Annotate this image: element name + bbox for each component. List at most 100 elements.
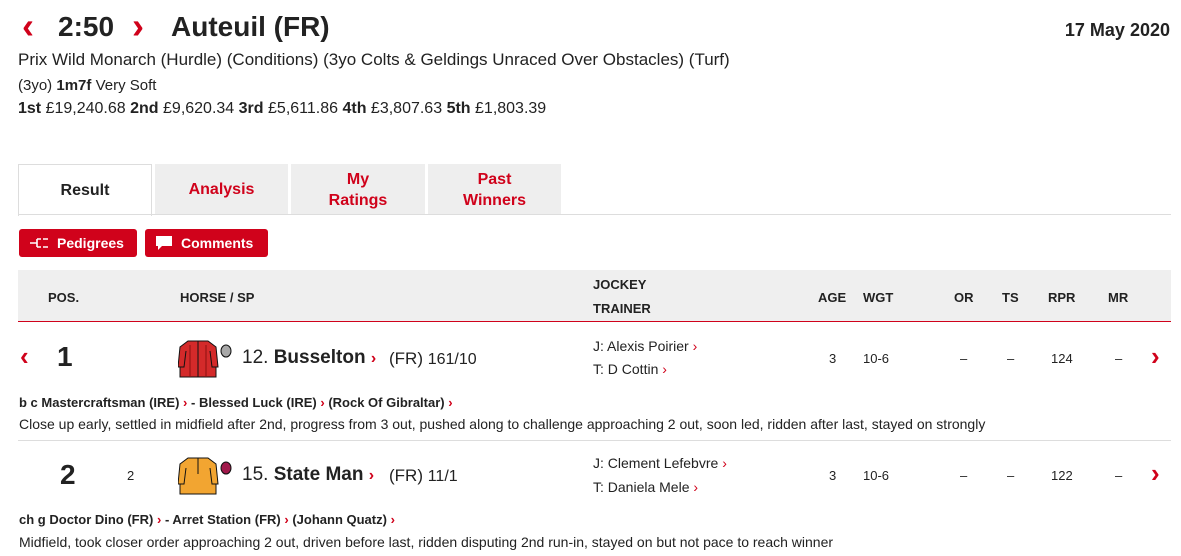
results-table-header: POS. HORSE / SP JOCKEY TRAINER AGE WGT O…	[18, 270, 1171, 322]
jockey-link[interactable]: J: Alexis Poirier ›	[593, 338, 697, 354]
col-pos: POS.	[48, 290, 80, 305]
prize-place: 4th	[342, 100, 367, 117]
chevron-right-icon: ›	[284, 512, 289, 527]
horse-age: 3	[829, 351, 837, 366]
damsire-link[interactable]: (Rock Of Gibraltar)	[328, 395, 444, 410]
previous-race-icon[interactable]: ‹	[22, 6, 34, 46]
pedigrees-label: Pedigrees	[57, 235, 124, 251]
prize-place: 5th	[446, 100, 471, 117]
colour-sex: b c	[19, 395, 38, 410]
tab-label: Past Winners	[463, 170, 526, 209]
mr-rating: –	[1115, 468, 1123, 483]
horse-country: (FR) 161/10	[389, 349, 477, 369]
horse-weight: 10-6	[863, 468, 890, 483]
sire-link[interactable]: Mastercraftsman (IRE)	[41, 395, 179, 410]
col-horse: HORSE / SP	[180, 290, 255, 305]
col-ts: TS	[1002, 290, 1019, 305]
course-name: Auteuil (FR)	[171, 11, 330, 42]
dam-link[interactable]: - Arret Station (FR)	[165, 512, 281, 527]
chevron-right-icon: ›	[390, 512, 395, 527]
comments-button[interactable]: Comments	[145, 229, 268, 257]
prize-amount: £9,620.34	[163, 100, 235, 117]
prize-amount: £1,803.39	[475, 100, 547, 117]
tab-label: Analysis	[188, 181, 255, 198]
pedigree-line: b c Mastercraftsman (IRE) › - Blessed Lu…	[19, 395, 453, 410]
age-class: (3yo)	[18, 77, 53, 94]
prize-place: 3rd	[238, 100, 264, 117]
tab-label: My Ratings	[328, 170, 388, 209]
topspeed-rating: –	[1007, 351, 1015, 366]
mr-rating: –	[1115, 351, 1123, 366]
pedigree-icon	[30, 238, 48, 248]
comments-label: Comments	[181, 235, 254, 251]
chevron-right-icon: ›	[183, 395, 188, 410]
jockey-silks-icon	[178, 457, 232, 495]
official-rating: –	[960, 468, 968, 483]
chevron-right-icon[interactable]: ›	[1151, 458, 1160, 489]
race-conditions: (3yo) 1m7f Very Soft	[18, 77, 156, 94]
topspeed-rating: –	[1007, 468, 1015, 483]
finish-position: 2	[60, 459, 76, 490]
jockey-name: J: Clement Lefebvre	[593, 455, 719, 471]
horse-entry[interactable]: 12. Busselton ›	[242, 347, 376, 369]
race-comment: Close up early, settled in midfield afte…	[19, 416, 986, 432]
colour-sex: ch g	[19, 512, 46, 527]
rpr-rating: 124	[1051, 351, 1073, 366]
sire-link[interactable]: Doctor Dino (FR)	[49, 512, 153, 527]
race-title: Prix Wild Monarch (Hurdle) (Conditions) …	[18, 50, 730, 69]
chevron-left-icon[interactable]: ‹	[20, 341, 29, 372]
official-rating: –	[960, 351, 968, 366]
chevron-right-icon: ›	[370, 350, 377, 367]
prize-place: 1st	[18, 100, 42, 117]
col-rpr: RPR	[1048, 290, 1076, 305]
damsire-link[interactable]: (Johann Quatz)	[292, 512, 387, 527]
next-race-icon[interactable]: ›	[132, 6, 144, 46]
finish-position: 1	[57, 341, 73, 372]
going: Very Soft	[95, 77, 157, 94]
chevron-right-icon: ›	[156, 512, 162, 527]
horse-name[interactable]: Busselton	[274, 347, 366, 368]
prize-amount: £19,240.68	[45, 100, 126, 117]
chevron-right-icon: ›	[692, 338, 698, 354]
tabs-divider	[18, 214, 1171, 215]
country-code: (FR)	[389, 466, 423, 485]
prize-amount: £5,611.86	[268, 100, 339, 117]
horse-entry[interactable]: 15. State Man ›	[242, 464, 374, 486]
horse-weight: 10-6	[863, 351, 890, 366]
prize-money: 1st £19,240.68 2nd £9,620.34 3rd £5,611.…	[18, 100, 546, 118]
horse-age: 3	[829, 468, 837, 483]
col-jockey: JOCKEY	[593, 277, 647, 292]
chevron-right-icon: ›	[320, 395, 325, 410]
pedigree-line: ch g Doctor Dino (FR) › - Arret Station …	[19, 512, 395, 527]
col-wgt: WGT	[863, 290, 894, 305]
jockey-link[interactable]: J: Clement Lefebvre ›	[593, 455, 727, 471]
horse-country: (FR) 11/1	[389, 466, 458, 486]
pedigrees-button[interactable]: Pedigrees	[19, 229, 137, 257]
distance-beaten: 2	[127, 468, 135, 483]
trainer-name: T: Daniela Mele	[593, 479, 690, 495]
jockey-name: J: Alexis Poirier	[593, 338, 689, 354]
tab-label: Result	[60, 182, 110, 199]
horse-name[interactable]: State Man	[274, 464, 364, 485]
col-mr: MR	[1108, 290, 1129, 305]
race-date: 17 May 2020	[1064, 20, 1170, 40]
trainer-link[interactable]: T: D Cottin ›	[593, 361, 667, 377]
prize-place: 2nd	[130, 100, 159, 117]
comment-icon	[156, 236, 172, 250]
chevron-right-icon: ›	[448, 395, 453, 410]
tab-past-winners[interactable]: Past Winners	[428, 164, 561, 215]
race-time: 2:50	[58, 11, 115, 42]
dam-link[interactable]: - Blessed Luck (IRE)	[191, 395, 317, 410]
jockey-silks-icon	[178, 340, 232, 378]
tab-result[interactable]: Result	[18, 164, 152, 216]
tab-my-ratings[interactable]: My Ratings	[291, 164, 425, 215]
rpr-rating: 122	[1051, 468, 1073, 483]
chevron-right-icon[interactable]: ›	[1151, 341, 1160, 372]
col-or: OR	[954, 290, 974, 305]
tab-analysis[interactable]: Analysis	[155, 164, 288, 215]
chevron-right-icon: ›	[722, 455, 727, 471]
country-code: (FR)	[389, 349, 423, 368]
trainer-name: T: D Cottin	[593, 361, 659, 377]
starting-price: 11/1	[427, 468, 458, 485]
trainer-link[interactable]: T: Daniela Mele ›	[593, 479, 698, 495]
